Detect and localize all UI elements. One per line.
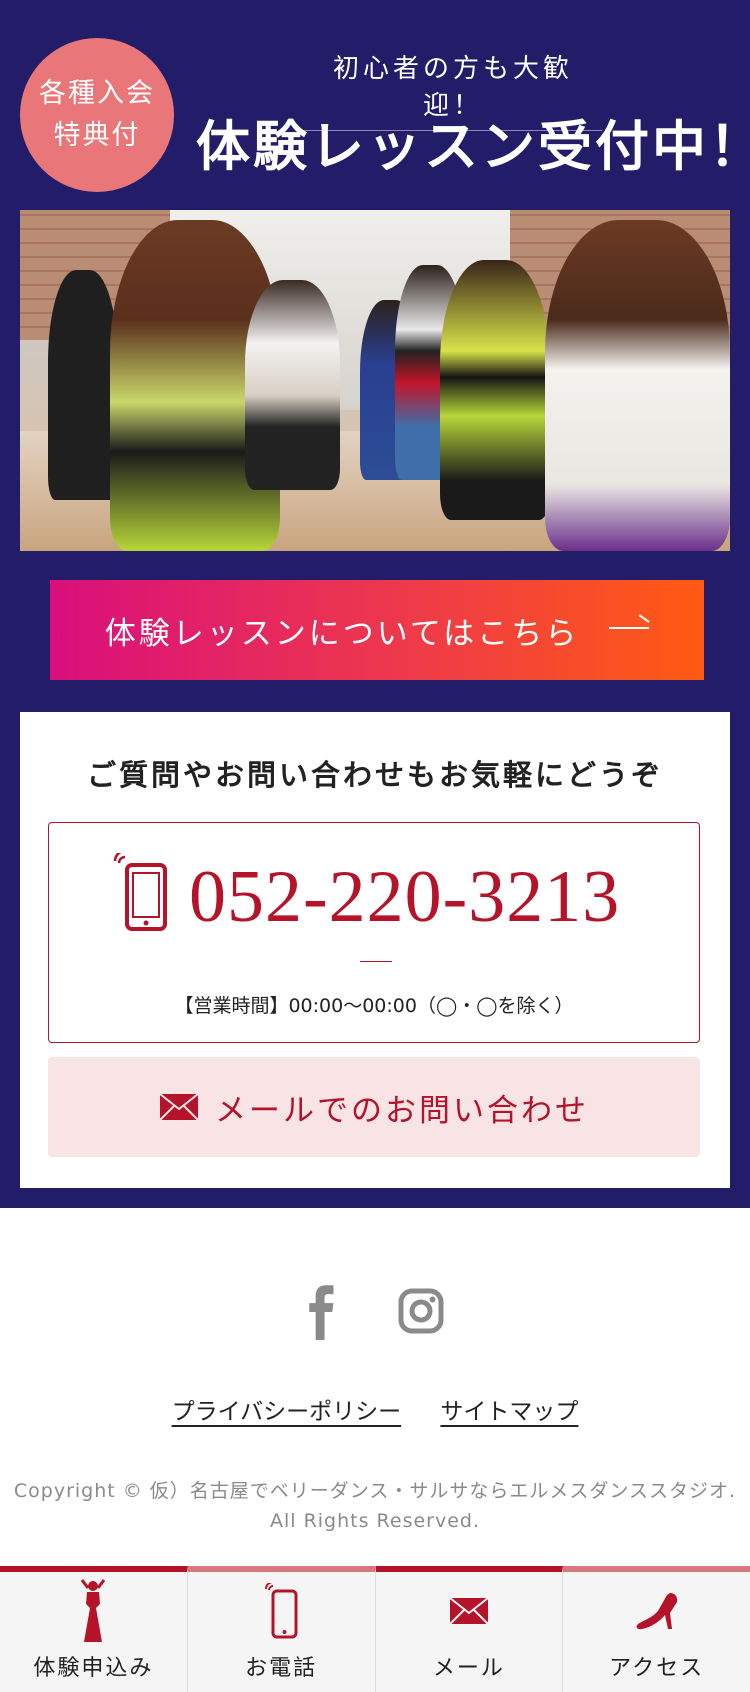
nav-label: アクセス [609, 1656, 705, 1681]
facebook-icon[interactable] [300, 1284, 344, 1340]
phone-divider [360, 961, 392, 962]
arrow-right-icon [609, 627, 650, 629]
smartphone-icon [113, 853, 167, 931]
sitemap-link[interactable]: サイトマップ [440, 1399, 578, 1425]
dancer-icon [81, 1579, 106, 1642]
badge-line-2: 特典付 [53, 120, 141, 151]
trial-lesson-info-label: 体験レッスンについてはこちら [104, 615, 580, 652]
envelope-icon [159, 1093, 199, 1121]
photo-dancer [545, 220, 730, 551]
nav-phone[interactable]: お電話 [187, 1566, 376, 1692]
nav-access[interactable]: アクセス [563, 1566, 750, 1692]
footer-links: プライバシーポリシー サイトマップ [0, 1392, 750, 1426]
contact-heading: ご質問やお問い合わせもお気軽にどうぞ [86, 758, 663, 792]
photo-dancer [440, 260, 550, 520]
phone-number[interactable]: 052-220-3213 [189, 857, 620, 937]
nav-label: メール [432, 1656, 505, 1681]
copyright: Copyright © 仮）名古屋でベリーダンス・サルサならエルメスダンススタジ… [0, 1476, 750, 1536]
mail-inquiry-button[interactable]: メールでのお問い合わせ [48, 1057, 700, 1157]
instagram-icon[interactable] [398, 1288, 444, 1334]
nav-label: お電話 [245, 1656, 318, 1681]
copyright-line-1: Copyright © 仮）名古屋でベリーダンス・サルサならエルメスダンススタジ… [13, 1480, 737, 1502]
photo-dancer [245, 280, 340, 490]
nav-label: 体験申込み [33, 1656, 154, 1681]
nav-mail[interactable]: メール [375, 1566, 564, 1692]
trial-lesson-section: 各種入会 特典付 初心者の方も大歓迎！ 体験レッスン受付中！ 体験レッスンについ… [0, 0, 750, 1208]
social-links [0, 1284, 750, 1340]
copyright-line-2: All Rights Reserved. [269, 1510, 481, 1532]
mail-inquiry-label: メールでのお問い合わせ [215, 1092, 589, 1129]
hero-title: 体験レッスン受付中！ [196, 114, 750, 178]
dance-class-photo [20, 210, 730, 551]
contact-card: ご質問やお問い合わせもお気軽にどうぞ 052-220-3213 【営業時間】00… [20, 712, 730, 1188]
phone-contact-box[interactable]: 052-220-3213 【営業時間】00:00〜00:00（◯・◯を除く） [48, 822, 700, 1043]
business-hours: 【営業時間】00:00〜00:00（◯・◯を除く） [174, 995, 574, 1017]
bottom-nav: 体験申込み お電話 メール アクセス [0, 1566, 750, 1692]
membership-benefit-badge: 各種入会 特典付 [20, 38, 174, 192]
badge-line-1: 各種入会 [39, 78, 155, 109]
envelope-icon [449, 1597, 489, 1625]
nav-trial-application[interactable]: 体験申込み [0, 1566, 188, 1692]
privacy-policy-link[interactable]: プライバシーポリシー [172, 1399, 402, 1425]
high-heel-icon [636, 1593, 677, 1630]
trial-lesson-info-button[interactable]: 体験レッスンについてはこちら [50, 580, 704, 680]
photo-dancer [48, 270, 118, 500]
smartphone-icon [265, 1583, 298, 1639]
